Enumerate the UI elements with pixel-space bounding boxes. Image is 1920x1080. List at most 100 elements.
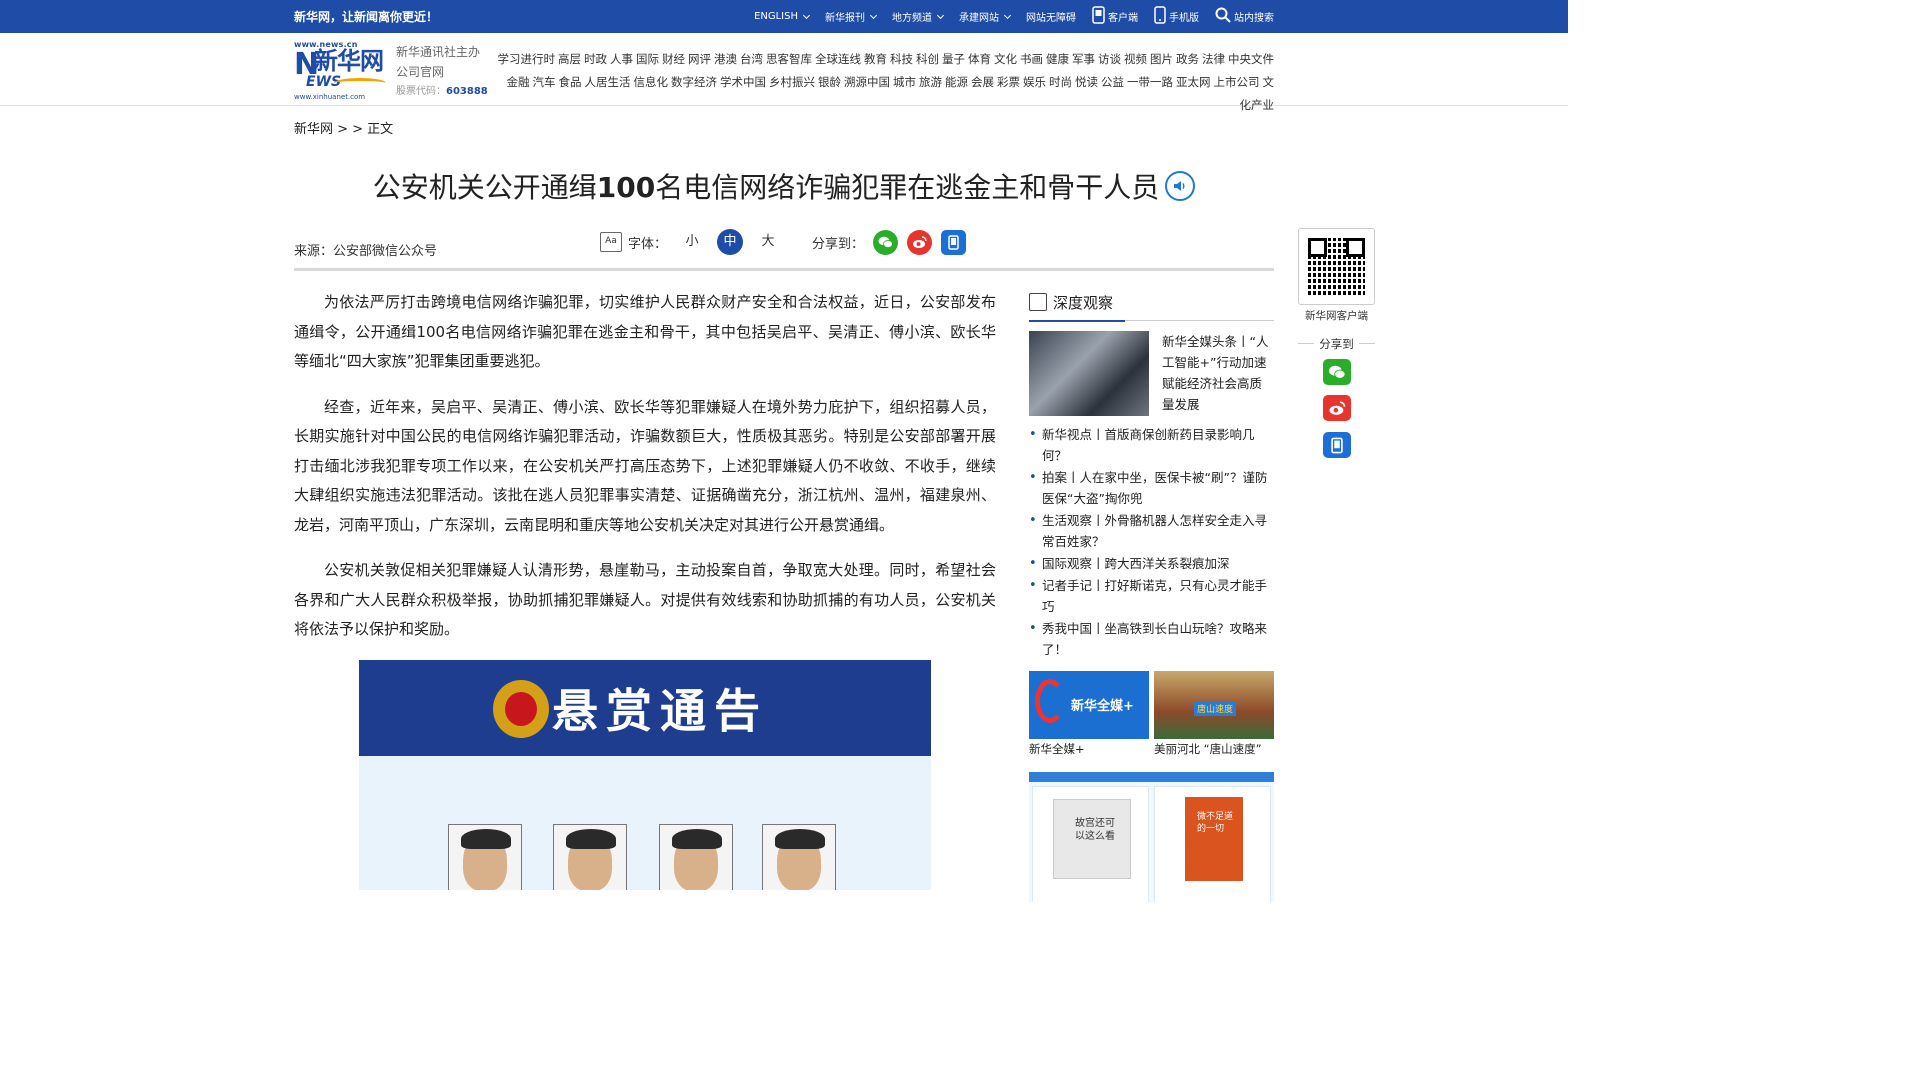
channel-link[interactable]: 量子 xyxy=(942,52,965,66)
channel-link[interactable]: 上市公司 xyxy=(1214,75,1260,89)
sidebar: 深度观察 新华全媒头条丨“人工智能+”行动加速赋能经济社会高质量发展 新华视点丨… xyxy=(1029,290,1274,902)
channel-link[interactable]: 高层 xyxy=(558,52,581,66)
channel-link[interactable]: 学术中国 xyxy=(720,75,766,89)
nav-hosted-sites[interactable]: 承建网站 xyxy=(959,9,1012,24)
channel-link[interactable]: 全球连线 xyxy=(815,52,861,66)
book-title: 微不足道的一切 xyxy=(1197,812,1234,834)
nav-search[interactable]: 站内搜索 xyxy=(1215,7,1274,26)
channel-link[interactable]: 国际 xyxy=(636,52,659,66)
channel-link[interactable]: 城市 xyxy=(893,75,916,89)
nav-local-channels[interactable]: 地方频道 xyxy=(892,9,945,24)
mobile-icon[interactable] xyxy=(1323,432,1351,458)
channel-link[interactable]: 教育 xyxy=(864,52,887,66)
channel-link[interactable]: 图片 xyxy=(1150,52,1173,66)
nav-english[interactable]: ENGLISH xyxy=(754,11,811,22)
channel-link[interactable]: 食品 xyxy=(559,75,582,89)
xinhuanet-logo[interactable]: www.news.cn N 新华网 EWS www.xinhuanet.com xyxy=(294,40,388,101)
channel-link[interactable]: 健康 xyxy=(1046,52,1069,66)
book-recommendations: 故宫还可以这么看 微不足道的一切 xyxy=(1029,772,1274,902)
channel-link[interactable]: 人居生活 xyxy=(585,75,631,89)
thumb-xinhua-media[interactable]: 新华全媒+ 新华全媒+ xyxy=(1029,671,1149,757)
channel-link[interactable]: 港澳 xyxy=(714,52,737,66)
nav-newspapers-label: 新华报刊 xyxy=(825,13,865,24)
news-link[interactable]: 国际观察丨跨大西洋关系裂痕加深 xyxy=(1029,553,1274,574)
channel-link[interactable]: 信息化 xyxy=(634,75,669,89)
channel-link[interactable]: 法律 xyxy=(1202,52,1225,66)
channel-link[interactable]: 访谈 xyxy=(1098,52,1121,66)
wechat-icon[interactable] xyxy=(1323,359,1351,385)
nav-mobile[interactable]: 手机版 xyxy=(1154,6,1199,27)
channel-link[interactable]: 时政 xyxy=(584,52,607,66)
channel-link[interactable]: 人事 xyxy=(610,52,633,66)
news-link[interactable]: 新华视点丨首版商保创新药目录影响几何？ xyxy=(1029,424,1274,466)
channel-link[interactable]: 公益 xyxy=(1101,75,1124,89)
title-part-2: 名电信网络诈骗犯罪在逃金主和骨干人员 xyxy=(655,171,1160,204)
channel-link[interactable]: 军事 xyxy=(1072,52,1095,66)
channel-link[interactable]: 思客智库 xyxy=(766,52,812,66)
nav-client[interactable]: 客户端 xyxy=(1092,6,1138,27)
channel-link[interactable]: 汽车 xyxy=(533,75,556,89)
book-card[interactable]: 故宫还可以这么看 xyxy=(1032,786,1149,902)
channel-link[interactable]: 银龄 xyxy=(818,75,841,89)
thumb-caption[interactable]: 新华全媒+ xyxy=(1029,741,1149,757)
channel-link[interactable]: 政务 xyxy=(1176,52,1199,66)
channel-link[interactable]: 科技 xyxy=(890,52,913,66)
qr-caption: 新华网客户端 xyxy=(1305,310,1368,322)
channel-link[interactable]: 数字经济 xyxy=(671,75,717,89)
channel-link[interactable]: 体育 xyxy=(968,52,991,66)
featured-headline[interactable]: 新华全媒头条丨“人工智能+”行动加速赋能经济社会高质量发展 xyxy=(1162,331,1274,416)
featured-image[interactable] xyxy=(1029,331,1149,416)
thumb-tangshan[interactable]: 唐山速度 美丽河北 “唐山速度” xyxy=(1154,671,1274,757)
breadcrumb[interactable]: 新华网 > > 正文 xyxy=(294,118,393,137)
featured-story[interactable]: 新华全媒头条丨“人工智能+”行动加速赋能经济社会高质量发展 xyxy=(1029,331,1274,416)
nav-accessibility[interactable]: 网站无障碍 xyxy=(1026,9,1076,24)
weibo-share-icon[interactable] xyxy=(907,229,933,255)
thumb-caption[interactable]: 美丽河北 “唐山速度” xyxy=(1154,741,1274,757)
mobile-share-icon[interactable] xyxy=(941,229,967,255)
channel-link[interactable]: 亚太网 xyxy=(1176,75,1211,89)
news-link[interactable]: 秀我中国丨坐高铁到长白山玩啥？攻略来了！ xyxy=(1029,618,1274,660)
channel-link[interactable]: 中央文件 xyxy=(1228,52,1274,66)
channel-link[interactable]: 金融 xyxy=(507,75,530,89)
speaker-icon[interactable] xyxy=(1165,171,1196,201)
weibo-icon[interactable] xyxy=(1323,395,1351,421)
thumb-image[interactable]: 唐山速度 xyxy=(1154,671,1274,739)
channel-link[interactable]: 会展 xyxy=(971,75,994,89)
font-large-button[interactable]: 大 xyxy=(755,229,781,255)
nav-newspapers[interactable]: 新华报刊 xyxy=(825,9,878,24)
channel-link[interactable]: 时尚 xyxy=(1049,75,1072,89)
share-label: 分享到： xyxy=(812,236,865,252)
wechat-share-icon[interactable] xyxy=(873,229,899,255)
news-link[interactable]: 拍案丨人在家中坐，医保卡被“刷”？谨防医保“大盗”掏你兜 xyxy=(1029,467,1274,509)
app-qr-code[interactable] xyxy=(1298,228,1375,305)
phone-icon xyxy=(1154,6,1166,27)
channel-link[interactable]: 网评 xyxy=(688,52,711,66)
channel-link[interactable]: 娱乐 xyxy=(1023,75,1046,89)
channel-link[interactable]: 文化 xyxy=(994,52,1017,66)
news-link[interactable]: 记者手记丨打好斯诺克，只有心灵才能手巧 xyxy=(1029,575,1274,617)
title-divider xyxy=(294,268,1274,271)
font-medium-button[interactable]: 中 xyxy=(717,229,744,255)
client-icon xyxy=(1092,6,1105,27)
channel-link[interactable]: 溯源中国 xyxy=(844,75,890,89)
channel-link[interactable]: 彩票 xyxy=(997,75,1020,89)
channel-link[interactable]: 乡村振兴 xyxy=(769,75,815,89)
channel-link[interactable]: 书画 xyxy=(1020,52,1043,66)
channel-link[interactable]: 一带一路 xyxy=(1127,75,1173,89)
suspect-photo xyxy=(553,824,627,890)
news-link[interactable]: 生活观察丨外骨骼机器人怎样安全走入寻常百姓家？ xyxy=(1029,510,1274,552)
thumb-image[interactable]: 新华全媒+ xyxy=(1029,671,1149,739)
channel-link[interactable]: 科创 xyxy=(916,52,939,66)
book-card[interactable]: 微不足道的一切 xyxy=(1154,786,1271,902)
channel-link[interactable]: 能源 xyxy=(945,75,968,89)
font-small-button[interactable]: 小 xyxy=(679,229,705,255)
reward-notice-image: 悬赏通告 xyxy=(359,660,931,890)
logo-swoosh xyxy=(334,78,386,88)
channel-link[interactable]: 旅游 xyxy=(919,75,942,89)
channel-link[interactable]: 学习进行时 xyxy=(498,52,556,66)
channel-link[interactable]: 台湾 xyxy=(740,52,763,66)
channel-link[interactable]: 悦读 xyxy=(1075,75,1098,89)
channel-link[interactable]: 视频 xyxy=(1124,52,1147,66)
channel-link[interactable]: 财经 xyxy=(662,52,685,66)
nav-accessibility-label: 网站无障碍 xyxy=(1026,13,1076,24)
